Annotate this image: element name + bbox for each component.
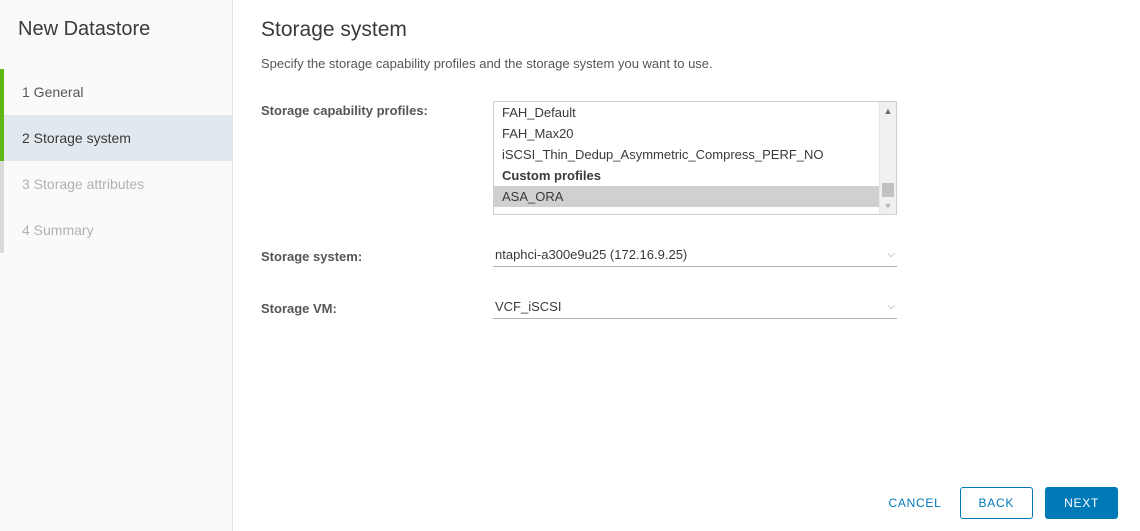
step-storage-attributes[interactable]: 3 Storage attributes	[0, 161, 232, 207]
label-storage-system: Storage system:	[261, 247, 493, 264]
chevron-down-icon: ⌵	[887, 249, 895, 260]
wizard-footer: CANCEL BACK NEXT	[883, 487, 1118, 519]
label-profiles: Storage capability profiles:	[261, 101, 493, 118]
scroll-thumb[interactable]	[882, 183, 894, 197]
storage-system-value: ntaphci-a300e9u25 (172.16.9.25)	[495, 247, 687, 262]
step-label: 2 Storage system	[22, 130, 131, 146]
profile-item[interactable]: FAH_Max20	[494, 123, 879, 144]
row-storage-capability-profiles: Storage capability profiles: FAH_Default…	[261, 101, 1112, 215]
storage-vm-select[interactable]: VCF_iSCSI ⌵	[493, 295, 897, 319]
profile-group-header: Custom profiles	[494, 165, 879, 186]
step-general[interactable]: 1 General	[0, 69, 232, 115]
step-summary[interactable]: 4 Summary	[0, 207, 232, 253]
step-label: 1 General	[22, 84, 83, 100]
chevron-down-icon: ⌵	[887, 301, 895, 312]
step-storage-system[interactable]: 2 Storage system	[0, 115, 232, 161]
wizard-root: New Datastore 1 General 2 Storage system…	[0, 0, 1140, 531]
scroll-down-icon[interactable]: ▼	[880, 197, 896, 214]
profiles-listbox[interactable]: FAH_Default FAH_Max20 iSCSI_Thin_Dedup_A…	[493, 101, 897, 215]
step-label: 3 Storage attributes	[22, 176, 144, 192]
cancel-button[interactable]: CANCEL	[883, 488, 948, 518]
scrollbar[interactable]: ▲ ▼	[879, 102, 896, 214]
profile-item[interactable]: FAH_Default	[494, 102, 879, 123]
page-title: Storage system	[261, 18, 1112, 42]
page-subtitle: Specify the storage capability profiles …	[261, 56, 1112, 71]
back-button[interactable]: BACK	[960, 487, 1034, 519]
storage-vm-value: VCF_iSCSI	[495, 299, 561, 314]
wizard-title: New Datastore	[0, 18, 232, 69]
wizard-sidebar: New Datastore 1 General 2 Storage system…	[0, 0, 233, 531]
profile-item[interactable]: iSCSI_Thin_Dedup_Asymmetric_Compress_PER…	[494, 144, 879, 165]
storage-system-select[interactable]: ntaphci-a300e9u25 (172.16.9.25) ⌵	[493, 243, 897, 267]
step-label: 4 Summary	[22, 222, 94, 238]
row-storage-vm: Storage VM: VCF_iSCSI ⌵	[261, 295, 1112, 319]
label-storage-vm: Storage VM:	[261, 299, 493, 316]
scroll-up-icon[interactable]: ▲	[880, 102, 896, 119]
profile-item-selected[interactable]: ASA_ORA	[494, 186, 879, 207]
profiles-listbox-inner[interactable]: FAH_Default FAH_Max20 iSCSI_Thin_Dedup_A…	[494, 102, 896, 214]
row-storage-system: Storage system: ntaphci-a300e9u25 (172.1…	[261, 243, 1112, 267]
wizard-main: Storage system Specify the storage capab…	[233, 0, 1140, 531]
next-button[interactable]: NEXT	[1045, 487, 1118, 519]
